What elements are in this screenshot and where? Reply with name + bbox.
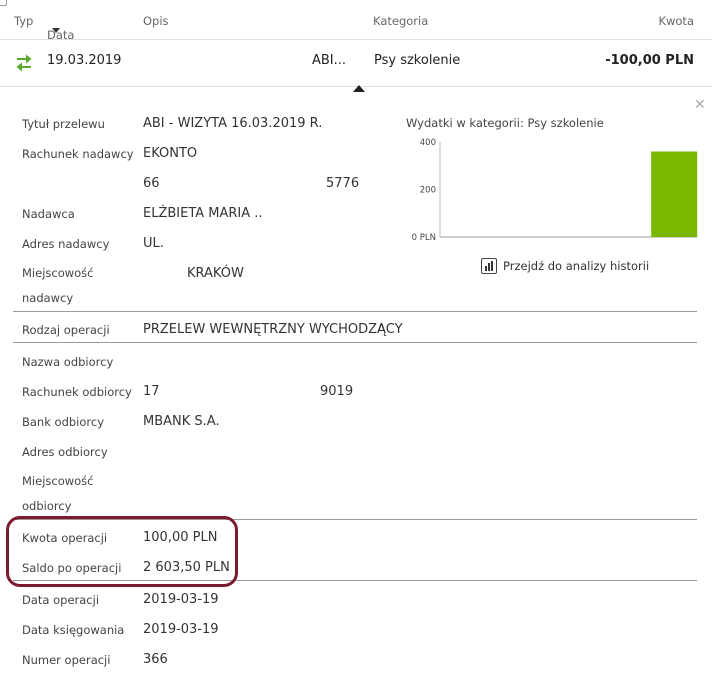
value-adres-nadawcy: UL. xyxy=(143,236,164,251)
column-header-typ: Typ xyxy=(14,14,34,28)
label-nadawca: Nadawca xyxy=(22,207,75,221)
y-tick-label: 400 xyxy=(420,138,436,148)
value-data-ksiegowania: 2019-03-19 xyxy=(143,622,219,637)
y-tick-label: 200 xyxy=(420,186,436,196)
transaction-category[interactable]: Psy szkolenie xyxy=(374,53,460,68)
label-miejscowosc-nadawcy-1: Miejscowość xyxy=(22,266,94,280)
expand-pointer-icon xyxy=(353,85,365,92)
label-data-operacji: Data operacji xyxy=(22,593,100,607)
label-bank-odbiorcy: Bank odbiorcy xyxy=(22,415,105,429)
transaction-description: ABI... xyxy=(312,53,347,68)
label-tytul: Tytuł przelewu xyxy=(22,117,105,131)
label-rachunek-nadawcy: Rachunek nadawcy xyxy=(22,147,134,161)
bar-chart-icon xyxy=(481,258,497,274)
section-divider xyxy=(13,311,697,312)
value-rachunek-nadawcy-name: EKONTO xyxy=(143,146,198,161)
sort-desc-icon xyxy=(52,28,60,33)
value-data-operacji: 2019-03-19 xyxy=(143,592,219,607)
value-rodzaj: PRZELEW WEWNĘTRZNY WYCHODZĄCY xyxy=(143,322,403,337)
value-rachunek-nadawcy-end: 5776 xyxy=(326,176,360,191)
close-icon[interactable]: ✕ xyxy=(694,97,706,113)
label-adres-odbiorcy: Adres odbiorcy xyxy=(22,445,108,459)
label-miejscowosc-odbiorcy-2: odbiorcy xyxy=(22,499,72,513)
transfer-arrows-icon xyxy=(16,54,32,72)
label-miejscowosc-nadawcy-2: nadawcy xyxy=(22,291,74,305)
label-numer-operacji: Numer operacji xyxy=(22,653,111,667)
label-miejscowosc-odbiorcy-1: Miejscowość xyxy=(22,474,94,488)
value-rachunek-odbiorcy-start: 17 xyxy=(143,384,160,399)
transaction-date: 19.03.2019 xyxy=(47,53,122,68)
history-analysis-label: Przejdź do analizy historii xyxy=(503,259,650,273)
chart-title: Wydatki w kategorii: Psy szkolenie xyxy=(406,116,604,130)
value-numer-operacji: 366 xyxy=(143,652,168,667)
transaction-row[interactable]: 19.03.2019 ABI... Psy szkolenie -100,00 … xyxy=(0,40,712,87)
value-bank-odbiorcy: MBANK S.A. xyxy=(143,414,220,429)
highlight-annotation xyxy=(6,516,238,587)
y-tick-label: 0 PLN xyxy=(412,233,436,243)
category-spending-chart: 0 PLN 200 400 xyxy=(412,138,698,243)
column-header-kwota: Kwota xyxy=(658,14,694,28)
label-nazwa-odbiorcy: Nazwa odbiorcy xyxy=(22,355,114,369)
value-tytul: ABI - WIZYTA 16.03.2019 R. xyxy=(143,116,323,131)
history-analysis-link[interactable]: Przejdź do analizy historii xyxy=(481,258,649,274)
value-nadawca: ELŻBIETA MARIA .. xyxy=(143,206,263,221)
value-miejscowosc-nadawcy: KRAKÓW xyxy=(187,266,244,281)
label-rodzaj: Rodzaj operacji xyxy=(22,323,110,337)
table-header: Typ Data Opis Kategoria Kwota xyxy=(0,0,712,42)
value-rachunek-odbiorcy-end: 9019 xyxy=(320,384,354,399)
section-divider xyxy=(13,342,697,343)
column-header-kategoria: Kategoria xyxy=(373,14,429,28)
label-rachunek-odbiorcy: Rachunek odbiorcy xyxy=(22,385,132,399)
chart-bar xyxy=(651,151,698,237)
transaction-amount: -100,00 PLN xyxy=(605,53,694,68)
label-adres-nadawcy: Adres nadawcy xyxy=(22,237,110,251)
column-header-opis: Opis xyxy=(143,14,169,28)
label-data-ksiegowania: Data księgowania xyxy=(22,623,125,637)
value-rachunek-nadawcy-start: 66 xyxy=(143,176,160,191)
